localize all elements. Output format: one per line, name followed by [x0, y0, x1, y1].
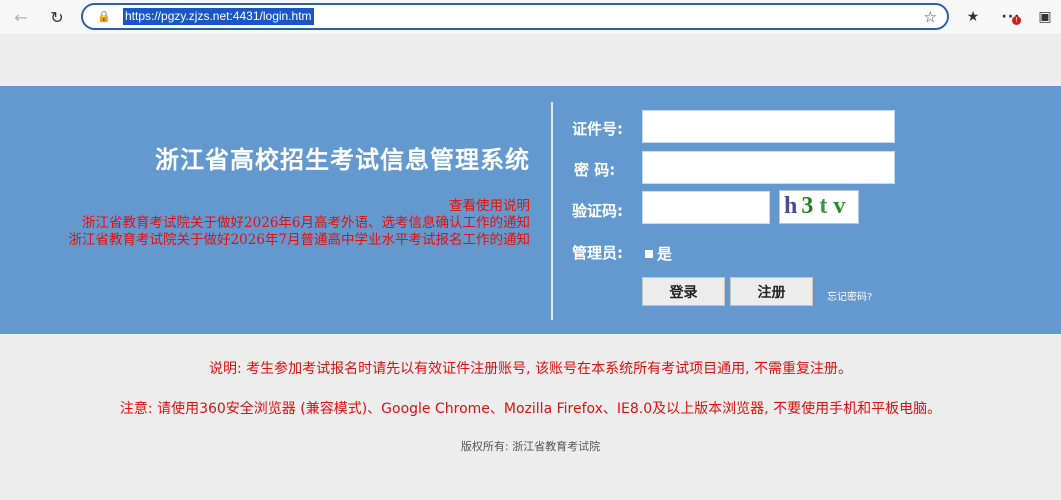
forgot-password-link[interactable]: 忘记密码?	[827, 288, 872, 303]
notice-list: 查看使用说明 浙江省教育考试院关于做好2026年6月高考外语、选考信息确认工作的…	[69, 198, 530, 249]
back-icon[interactable]: ←	[10, 6, 32, 28]
captcha-char: h	[784, 193, 798, 219]
notice-link-june[interactable]: 浙江省教育考试院关于做好2026年6月高考外语、选考信息确认工作的通知	[69, 215, 530, 232]
notice-link-july[interactable]: 浙江省教育考试院关于做好2026年7月普通高中学业水平考试报名工作的通知	[69, 232, 530, 249]
usage-guide-link[interactable]: 查看使用说明	[69, 198, 530, 215]
register-button[interactable]: 注册	[730, 277, 813, 306]
browser-toolbar: ← ↻ 🔒 https://pgzy.zjzs.net:4431/login.h…	[0, 0, 1061, 34]
divider	[551, 102, 553, 320]
password-label: 密 码:	[574, 161, 616, 179]
captcha-label: 验证码:	[572, 202, 623, 220]
admin-option-label[interactable]: 是	[657, 243, 672, 264]
favorites-icon[interactable]: ★	[962, 6, 984, 28]
registration-note: 说明: 考生参加考试报名时请先以有效证件注册账号, 该账号在本系统所有考试项目通…	[209, 361, 852, 377]
captcha-char: v	[833, 193, 846, 219]
login-banner: 浙江省高校招生考试信息管理系统 查看使用说明 浙江省教育考试院关于做好2026年…	[0, 86, 1061, 334]
captcha-image[interactable]: h3tv	[779, 190, 859, 224]
notification-badge: !	[1012, 16, 1021, 25]
url-text[interactable]: https://pgzy.zjzs.net:4431/login.htm	[123, 8, 314, 25]
captcha-char: t	[819, 193, 828, 219]
admin-label: 管理员:	[572, 244, 623, 262]
lock-icon[interactable]: 🔒	[97, 9, 111, 23]
captcha-char: 3	[801, 193, 814, 219]
password-input[interactable]	[642, 151, 895, 184]
admin-checkbox[interactable]	[645, 249, 653, 258]
id-label: 证件号:	[572, 120, 623, 138]
id-number-input[interactable]	[642, 110, 895, 143]
captcha-input[interactable]	[642, 191, 770, 224]
star-icon[interactable]: ☆	[924, 8, 937, 26]
page-title: 浙江省高校招生考试信息管理系统	[155, 146, 530, 174]
reload-icon[interactable]: ↻	[46, 6, 68, 28]
browser-note: 注意: 请使用360安全浏览器 (兼容模式)、Google Chrome、Moz…	[119, 401, 942, 417]
extension-icon[interactable]: ▣	[1034, 6, 1056, 28]
login-button[interactable]: 登录	[642, 277, 725, 306]
page: 浙江省高校招生考试信息管理系统 查看使用说明 浙江省教育考试院关于做好2026年…	[0, 34, 1061, 500]
address-bar[interactable]: 🔒 https://pgzy.zjzs.net:4431/login.htm ☆	[81, 3, 949, 30]
admin-checkbox-group[interactable]: 是	[645, 243, 672, 264]
copyright: 版权所有: 浙江省教育考试院	[460, 440, 601, 453]
